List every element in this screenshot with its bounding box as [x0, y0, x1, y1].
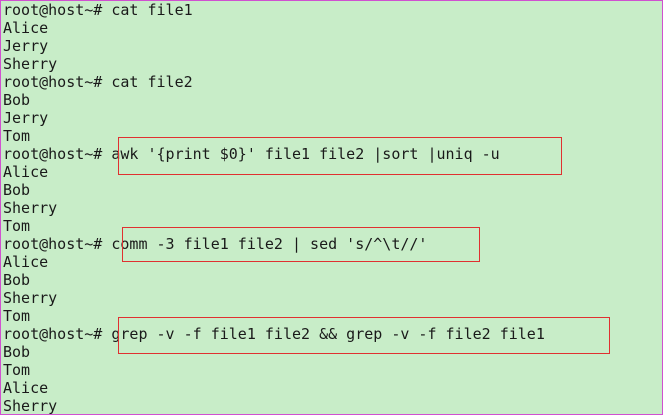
output-line: Sherry	[3, 289, 58, 307]
terminal-window[interactable]: root@host~# cat file1 Alice Jerry Sherry…	[0, 0, 663, 415]
output-line: Bob	[3, 343, 31, 361]
shell-prompt: root@host~#	[3, 325, 112, 343]
command-highlight-box	[118, 137, 562, 175]
command-text: cat file1	[111, 1, 193, 19]
output-line: Tom	[3, 127, 31, 145]
shell-prompt: root@host~#	[3, 145, 112, 163]
command-highlight-box	[118, 317, 610, 354]
command-text: cat file2	[111, 73, 193, 91]
shell-prompt: root@host~#	[3, 1, 112, 19]
command-highlight-box	[122, 227, 480, 262]
output-line: Tom	[3, 217, 31, 235]
output-line: Tom	[3, 361, 31, 379]
output-line: Sherry	[3, 55, 58, 73]
shell-prompt: root@host~#	[3, 235, 112, 253]
output-line: Jerry	[3, 37, 49, 55]
output-line: Alice	[3, 253, 49, 271]
output-line: Tom	[3, 307, 31, 325]
output-line: Bob	[3, 181, 31, 199]
command-line: root@host~# cat file1	[3, 1, 193, 19]
command-line: root@host~# cat file2	[3, 73, 193, 91]
output-line: Bob	[3, 91, 31, 109]
output-line: Sherry	[3, 199, 58, 217]
output-line: Alice	[3, 163, 49, 181]
output-line: Jerry	[3, 109, 49, 127]
output-line: Alice	[3, 19, 49, 37]
output-line: Sherry	[3, 397, 58, 415]
output-line: Alice	[3, 379, 49, 397]
shell-prompt: root@host~#	[3, 73, 112, 91]
output-line: Bob	[3, 271, 31, 289]
